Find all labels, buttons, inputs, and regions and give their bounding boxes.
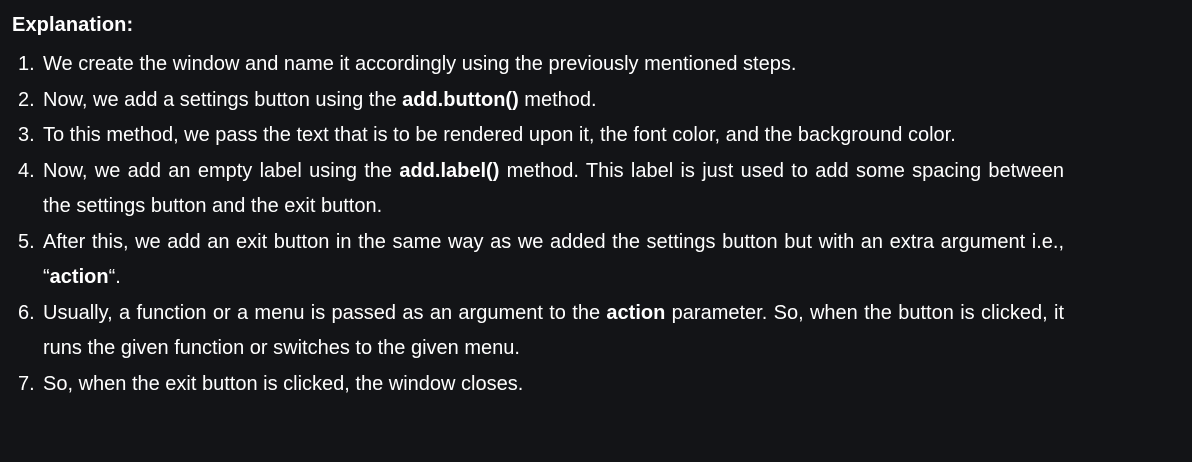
explanation-heading: Explanation: (12, 14, 134, 36)
step-item: 2. Now, we add a settings button using t… (18, 83, 1064, 119)
step-number: 4. (18, 159, 35, 182)
step-text-part: Usually, a function or a menu is passed … (43, 301, 607, 324)
step-number: 2. (18, 88, 35, 111)
step-text: After this, we add an exit button in the… (43, 225, 1064, 296)
step-text-part: Now, we add an empty label using the (43, 159, 400, 182)
step-text: Now, we add an empty label using the add… (43, 154, 1064, 225)
step-text: Usually, a function or a menu is passed … (43, 296, 1064, 367)
step-text-part: So, when the exit button is clicked, the… (43, 372, 524, 395)
step-text: Now, we add a settings button using the … (43, 83, 1064, 119)
step-item: 6. Usually, a function or a menu is pass… (18, 296, 1064, 367)
step-number: 1. (18, 53, 35, 75)
step-text: So, when the exit button is clicked, the… (43, 367, 1064, 403)
step-item: 3. To this method, we pass the text that… (18, 118, 1064, 154)
step-number: 3. (18, 124, 35, 146)
code-term: add.label() (399, 159, 500, 182)
step-item: 7. So, when the exit button is clicked, … (18, 367, 1064, 403)
code-term: action (606, 301, 666, 324)
code-term: action (49, 266, 109, 288)
step-item: 5. After this, we add an exit button in … (18, 225, 1064, 296)
explanation-section: Explanation: 1. We create the window and… (0, 0, 1192, 462)
step-text: We create the window and name it accordi… (43, 47, 1064, 83)
steps-list: 1. We create the window and name it acco… (12, 47, 1064, 402)
step-text-part: To this method, we pass the text that is… (43, 124, 956, 146)
step-text-part: “. (108, 266, 121, 288)
code-term: add.button() (402, 88, 519, 111)
step-text-part: Now, we add a settings button using the (43, 88, 403, 111)
step-text-part: After this, we add an exit button in the… (43, 230, 1064, 289)
step-number: 5. (18, 230, 35, 253)
step-number: 6. (18, 301, 35, 324)
step-item: 4. Now, we add an empty label using the … (18, 154, 1064, 225)
step-text-part: method. (518, 88, 597, 111)
step-number: 7. (18, 372, 35, 395)
step-item: 1. We create the window and name it acco… (18, 47, 1064, 83)
step-text-part: We create the window and name it accordi… (43, 53, 797, 75)
step-text: To this method, we pass the text that is… (43, 118, 1064, 154)
